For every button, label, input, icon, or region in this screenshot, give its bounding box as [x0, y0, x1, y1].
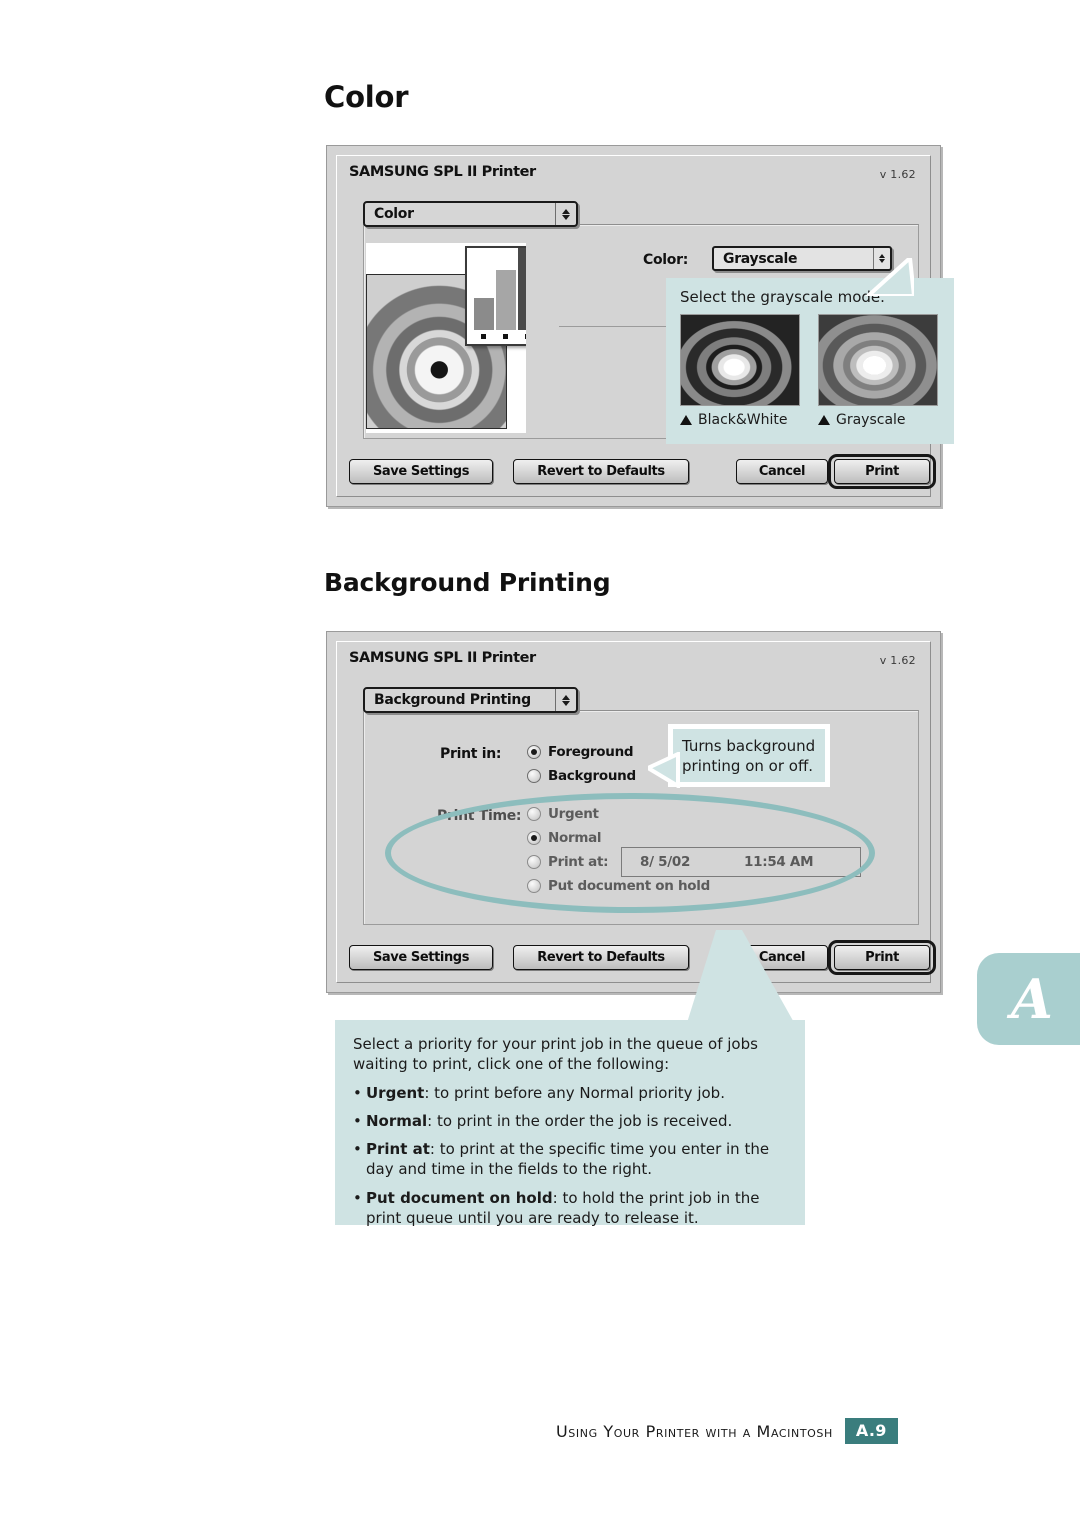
thumb-caption-bw: Black&White: [680, 412, 800, 428]
print-at-time-value: 11:54 AM: [744, 854, 814, 870]
updown-arrows-icon: [555, 203, 576, 225]
priority-intro-line-1: Select a priority for your print job in …: [353, 1035, 758, 1053]
radio-foreground[interactable]: Foreground: [527, 744, 634, 760]
appendix-letter: A: [1011, 967, 1053, 1031]
radio-urgent[interactable]: Urgent: [527, 806, 599, 822]
priority-desc: : to print before any Normal priority jo…: [424, 1083, 725, 1102]
panel-popup-menu[interactable]: Color: [363, 201, 578, 227]
save-settings-button[interactable]: Save Settings: [349, 945, 493, 970]
priority-term: Normal: [366, 1111, 428, 1130]
grayscale-callout-text: Select the grayscale mode.: [680, 288, 885, 306]
updown-arrows-icon: [555, 689, 576, 711]
dialog-version: v 1.62: [879, 654, 916, 667]
list-item: Print at: to print at the specific time …: [353, 1139, 787, 1180]
appendix-tab: A: [977, 953, 1080, 1045]
priority-callout-pointer: [686, 930, 796, 1026]
dialog-version: v 1.62: [879, 168, 916, 181]
print-in-label: Print in:: [440, 746, 502, 762]
footer-title: Using Your Printer with a Macintosh: [556, 1421, 833, 1441]
panel-popup-value: Color: [374, 206, 414, 222]
radio-indicator: [527, 855, 541, 869]
radio-indicator: [527, 879, 541, 893]
revert-to-defaults-button[interactable]: Revert to Defaults: [513, 945, 689, 970]
radio-put-on-hold[interactable]: Put document on hold: [527, 878, 710, 894]
radio-background[interactable]: Background: [527, 768, 636, 784]
list-item: Urgent: to print before any Normal prior…: [353, 1083, 787, 1104]
priority-term: Urgent: [366, 1083, 425, 1102]
radio-indicator: [527, 769, 541, 783]
thumbnail-image-grayscale: [818, 314, 938, 406]
print-button[interactable]: Print: [834, 945, 930, 970]
radio-normal[interactable]: Normal: [527, 830, 602, 846]
dialog-title: SAMSUNG SPL II Printer: [349, 650, 536, 666]
priority-term: Put document on hold: [366, 1188, 553, 1207]
grayscale-callout-pointer: [865, 258, 914, 296]
print-priority-callout: Select a priority for your print job in …: [335, 1020, 805, 1227]
page-footer: Using Your Printer with a Macintosh A.9: [556, 1418, 898, 1444]
thumbnail-image-bw: [680, 314, 800, 406]
dialog-title: SAMSUNG SPL II Printer: [349, 164, 536, 180]
print-at-datetime-field[interactable]: 8/ 5/02 11:54 AM: [621, 847, 861, 877]
color-field-label: Color:: [643, 252, 689, 268]
priority-desc: : to print in the order the job is recei…: [427, 1111, 733, 1130]
background-printing-callout-text: Turns background printing on or off.: [682, 737, 816, 776]
radio-indicator: [527, 831, 541, 845]
cancel-button[interactable]: Cancel: [736, 459, 828, 484]
background-printing-dialog: SAMSUNG SPL II Printer v 1.62 Background…: [326, 631, 941, 993]
page-title-color: Color: [324, 80, 409, 114]
radio-print-at[interactable]: Print at:: [527, 854, 609, 870]
panel-popup-value: Background Printing: [374, 692, 531, 708]
priority-term: Print at: [366, 1140, 430, 1158]
print-button[interactable]: Print: [834, 459, 930, 484]
priority-intro-line-2: waiting to print, click one of the follo…: [353, 1055, 670, 1074]
print-time-label: Print Time:: [437, 808, 522, 824]
save-settings-button[interactable]: Save Settings: [349, 459, 493, 484]
background-printing-callout: Turns background printing on or off.: [668, 724, 830, 787]
thumb-grayscale: Grayscale: [818, 314, 938, 428]
color-select-value: Grayscale: [723, 250, 798, 267]
list-item: Normal: to print in the order the job is…: [353, 1111, 787, 1132]
background-callout-pointer: [648, 752, 680, 788]
list-item: Put document on hold: to hold the print …: [353, 1188, 787, 1229]
print-preview: [366, 243, 526, 433]
thumb-black-and-white: Black&White: [680, 314, 800, 428]
print-at-date-value: 8/ 5/02: [640, 854, 691, 870]
page-title-background-printing: Background Printing: [324, 568, 611, 597]
thumb-caption-grayscale: Grayscale: [818, 412, 938, 428]
up-triangle-icon: [818, 415, 830, 425]
grayscale-callout: Select the grayscale mode. Black&White G…: [666, 278, 954, 444]
preview-bar-chart: [465, 246, 526, 346]
up-triangle-icon: [680, 415, 692, 425]
radio-indicator: [527, 807, 541, 821]
page-number-badge: A.9: [844, 1418, 898, 1444]
radio-indicator: [527, 745, 541, 759]
priority-options-list: Urgent: to print before any Normal prior…: [353, 1083, 787, 1229]
revert-to-defaults-button[interactable]: Revert to Defaults: [513, 459, 689, 484]
panel-popup-menu[interactable]: Background Printing: [363, 687, 578, 713]
